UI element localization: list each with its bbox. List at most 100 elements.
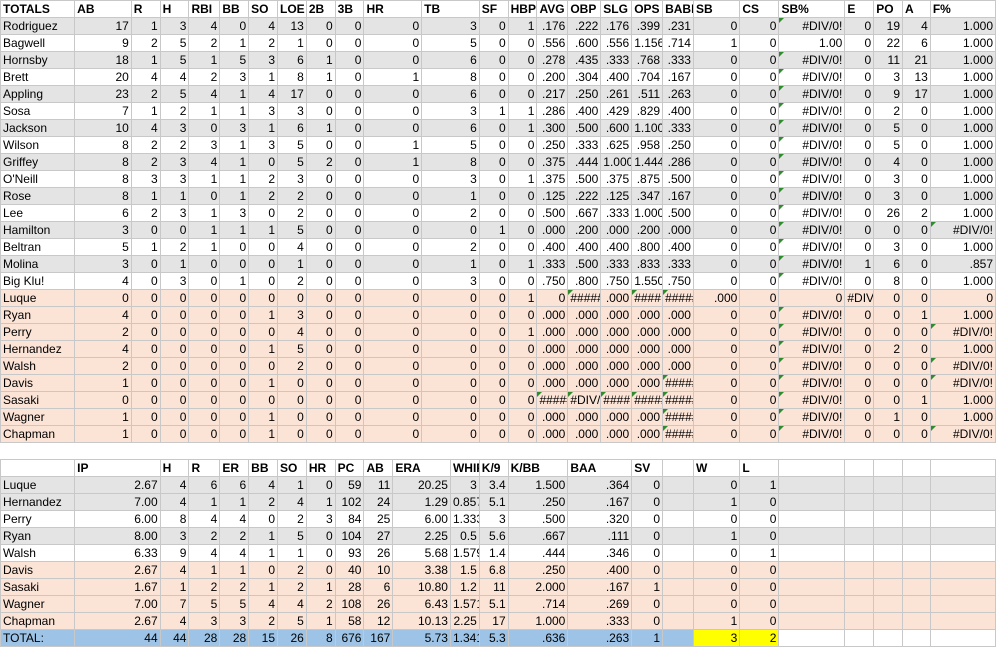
stat-cell[interactable]: .250 xyxy=(536,136,569,154)
stat-cell[interactable]: .167 xyxy=(662,68,694,86)
stat-cell[interactable]: 25 xyxy=(363,510,394,528)
stat-cell[interactable]: 0 xyxy=(334,153,365,171)
stat-cell[interactable]: 0 xyxy=(692,595,741,613)
stat-cell[interactable]: .333 xyxy=(567,612,633,630)
stat-cell[interactable]: 0 xyxy=(692,255,741,273)
stat-cell[interactable]: 1 xyxy=(74,374,132,392)
stat-cell[interactable]: 4 xyxy=(248,17,278,35)
stat-cell[interactable]: 0 xyxy=(844,17,875,35)
column-header[interactable]: R xyxy=(188,459,221,477)
stat-cell[interactable]: 0 xyxy=(478,306,509,324)
stat-cell[interactable]: #DIV/0! xyxy=(778,119,846,137)
stat-cell[interactable]: 0 xyxy=(478,374,509,392)
stat-cell[interactable]: 10 xyxy=(74,119,132,137)
stat-cell[interactable]: #DIV/0! xyxy=(778,204,846,222)
stat-cell[interactable]: 4 xyxy=(159,493,190,511)
stat-cell[interactable]: 0 xyxy=(248,204,278,222)
stat-cell[interactable]: 0 xyxy=(248,153,278,171)
stat-cell[interactable]: 0 xyxy=(692,238,741,256)
stat-cell[interactable]: 1.5 xyxy=(449,561,480,579)
stat-cell[interactable]: .263 xyxy=(662,85,694,103)
empty-cell[interactable] xyxy=(844,629,875,647)
player-name-cell[interactable]: Hernandez xyxy=(0,340,76,358)
stat-cell[interactable]: 2.25 xyxy=(449,612,480,630)
stat-cell[interactable]: 4 xyxy=(277,595,307,613)
player-name-cell[interactable]: Lee xyxy=(0,204,76,222)
stat-cell[interactable]: 1 xyxy=(219,561,250,579)
stat-cell[interactable]: 26 xyxy=(277,629,307,647)
stat-cell[interactable]: .200 xyxy=(631,221,664,239)
player-name-cell[interactable]: Sosa xyxy=(0,102,76,120)
stat-cell[interactable]: #DIV/0! xyxy=(778,408,846,426)
stat-cell[interactable]: 1 xyxy=(305,68,336,86)
stat-cell[interactable]: 0 xyxy=(739,85,780,103)
stat-cell[interactable]: 1 xyxy=(219,187,250,205)
stat-cell[interactable]: .000 xyxy=(600,408,633,426)
stat-cell[interactable]: #DIV/0! xyxy=(929,425,996,443)
stat-cell[interactable]: 1 xyxy=(248,544,278,562)
player-name-cell[interactable]: Davis xyxy=(0,374,76,392)
stat-cell[interactable]: 0 xyxy=(478,408,509,426)
stat-cell[interactable]: 2 xyxy=(188,68,221,86)
stat-cell[interactable]: .800 xyxy=(631,238,664,256)
stat-cell[interactable]: 1.000 xyxy=(929,391,996,409)
stat-cell[interactable]: 0 xyxy=(478,170,509,188)
empty-cell[interactable] xyxy=(662,493,694,511)
stat-cell[interactable]: 4 xyxy=(159,68,190,86)
stat-cell[interactable]: 1 xyxy=(305,51,336,69)
stat-cell[interactable]: #DIV/0! xyxy=(567,391,602,409)
stat-cell[interactable]: 1.000 xyxy=(929,340,996,358)
stat-cell[interactable]: 0 xyxy=(507,425,538,443)
stat-cell[interactable]: 0 xyxy=(188,272,221,290)
stat-cell[interactable]: 0 xyxy=(844,221,875,239)
stat-cell[interactable]: 1.000 xyxy=(929,51,996,69)
stat-cell[interactable]: 0 xyxy=(692,102,741,120)
stat-cell[interactable]: 0 xyxy=(421,306,480,324)
stat-cell[interactable]: 2 xyxy=(130,85,161,103)
stat-cell[interactable]: .278 xyxy=(536,51,569,69)
stat-cell[interactable]: 1 xyxy=(277,255,307,273)
stat-cell[interactable]: 3 xyxy=(159,170,190,188)
stat-cell[interactable]: 0 xyxy=(902,340,931,358)
stat-cell[interactable]: 7.00 xyxy=(74,493,161,511)
player-name-cell[interactable]: Hamilton xyxy=(0,221,76,239)
stat-cell[interactable]: 0 xyxy=(692,85,741,103)
stat-cell[interactable]: 0 xyxy=(739,578,780,596)
player-name-cell[interactable]: Luque xyxy=(0,289,76,307)
stat-cell[interactable]: 8 xyxy=(277,68,307,86)
empty-cell[interactable] xyxy=(929,595,996,613)
stat-cell[interactable]: 0 xyxy=(902,323,931,341)
stat-cell[interactable]: .333 xyxy=(600,255,633,273)
column-header[interactable]: AB xyxy=(74,0,132,18)
stat-cell[interactable]: #DIV/0! xyxy=(778,136,846,154)
empty-cell[interactable] xyxy=(778,595,846,613)
stat-cell[interactable]: 0 xyxy=(844,136,875,154)
stat-cell[interactable]: 0 xyxy=(363,272,423,290)
column-header[interactable]: L xyxy=(739,459,780,477)
empty-cell[interactable] xyxy=(662,578,694,596)
stat-cell[interactable]: 5 xyxy=(277,340,307,358)
stat-cell[interactable]: .400 xyxy=(567,102,602,120)
empty-cell[interactable] xyxy=(844,561,875,579)
stat-cell[interactable]: 5 xyxy=(277,153,307,171)
stat-cell[interactable]: 5.68 xyxy=(392,544,451,562)
column-header[interactable]: OBP xyxy=(567,0,602,18)
stat-cell[interactable]: .333 xyxy=(600,51,633,69)
column-header[interactable]: H xyxy=(159,0,190,18)
stat-cell[interactable]: 3 xyxy=(248,136,278,154)
stat-cell[interactable]: .000 xyxy=(600,306,633,324)
stat-cell[interactable]: .111 xyxy=(567,527,633,545)
stat-cell[interactable]: .000 xyxy=(631,425,664,443)
stat-cell[interactable]: .231 xyxy=(662,17,694,35)
stat-cell[interactable]: 1.100 xyxy=(631,119,664,137)
stat-cell[interactable]: 0 xyxy=(219,425,250,443)
stat-cell[interactable]: 3 xyxy=(277,170,307,188)
empty-cell[interactable] xyxy=(902,612,931,630)
stat-cell[interactable]: .556 xyxy=(536,34,569,52)
stat-cell[interactable]: 2 xyxy=(421,204,480,222)
column-header[interactable]: SO xyxy=(277,459,307,477)
stat-cell[interactable]: 1 xyxy=(188,493,221,511)
stat-cell[interactable]: 0 xyxy=(478,323,509,341)
column-header[interactable]: HR xyxy=(305,459,336,477)
stat-cell[interactable]: 0 xyxy=(844,85,875,103)
